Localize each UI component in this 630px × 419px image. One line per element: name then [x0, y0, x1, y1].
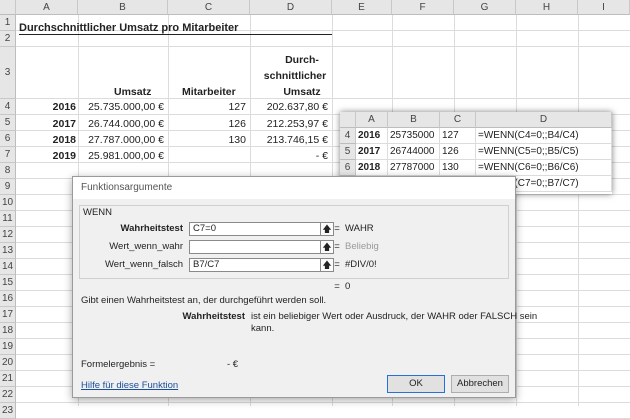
help-link[interactable]: Hilfe für diese Funktion [81, 380, 178, 391]
overlay-cell-b: 27787000 [388, 160, 440, 176]
arg2-equals: = [334, 241, 340, 252]
arg1-result: WAHR [345, 223, 374, 234]
row-header-5[interactable]: 5 [0, 115, 16, 131]
row-header-19[interactable]: 19 [0, 339, 16, 355]
header-umsatz: Umsatz [114, 86, 152, 98]
header-durch3: Umsatz [283, 86, 321, 98]
overlay-col-d: D [476, 112, 612, 128]
overlay-cell-c: 130 [440, 160, 476, 176]
dialog-title: Funktionsargumente [73, 177, 515, 199]
col-header-a[interactable]: A [16, 0, 78, 15]
function-description: Gibt einen Wahrheitstest an, der durchge… [81, 295, 327, 306]
overlay-row-header: 5 [340, 144, 356, 160]
row-header-2[interactable]: 2 [0, 31, 16, 47]
sheet-title: Durchschnittlicher Umsatz pro Mitarbeite… [19, 22, 332, 35]
row-header-22[interactable]: 22 [0, 387, 16, 403]
row-header-12[interactable]: 12 [0, 227, 16, 243]
row-header-16[interactable]: 16 [0, 291, 16, 307]
overlay-cell-d: =WENN(C5=0;;B5/C5) [476, 144, 612, 160]
arg1-label: Wahrheitstest [120, 223, 183, 234]
row-header-23[interactable]: 23 [0, 403, 16, 419]
overlay-row-header: 4 [340, 128, 356, 144]
col-header-d[interactable]: D [250, 0, 332, 15]
col-header-e[interactable]: E [332, 0, 392, 15]
formula-result-label: Formelergebnis = [81, 359, 156, 370]
arg2-label: Wert_wenn_wahr [109, 241, 183, 252]
ok-button[interactable]: OK [387, 375, 445, 393]
function-arguments-dialog: Funktionsargumente WENN Wahrheitstest C7… [72, 176, 537, 398]
row-header-4[interactable]: 4 [0, 99, 16, 115]
overlay-corner [340, 112, 356, 128]
row-header-21[interactable]: 21 [0, 371, 16, 387]
overlay-col-a: A [356, 112, 388, 128]
col-header-c[interactable]: C [168, 0, 250, 15]
row-header-8[interactable]: 8 [0, 163, 16, 179]
umsatz-2016: 25.735.000,00 € [88, 101, 164, 113]
select-all-corner[interactable] [0, 0, 16, 15]
row-header-11[interactable]: 11 [0, 211, 16, 227]
col-header-b[interactable]: B [78, 0, 168, 15]
year-2019: 2019 [52, 150, 76, 162]
overlay-cell-b: 25735000 [388, 128, 440, 144]
row-header-18[interactable]: 18 [0, 323, 16, 339]
row-header-17[interactable]: 17 [0, 307, 16, 323]
col-header-i[interactable]: I [578, 0, 630, 15]
umsatz-2017: 26.744.000,00 € [88, 118, 164, 130]
header-durch2: schnittlicher [263, 70, 327, 82]
row-header-10[interactable]: 10 [0, 195, 16, 211]
arg1-input[interactable]: C7=0 [189, 222, 321, 236]
avg-2017: 212.253,97 € [266, 118, 328, 130]
col-header-f[interactable]: F [392, 0, 454, 15]
year-2016: 2016 [52, 101, 76, 113]
row-header-20[interactable]: 20 [0, 355, 16, 371]
arg3-result: #DIV/0! [345, 259, 377, 270]
year-2018: 2018 [52, 134, 76, 146]
header-mitarbeiter: Mitarbeiter [182, 86, 236, 98]
arg2-result: Beliebig [345, 241, 379, 252]
overlay-cell-a: 2018 [356, 160, 388, 176]
overlay-col-c: C [440, 112, 476, 128]
year-2017: 2017 [52, 118, 76, 130]
overlay-col-b: B [388, 112, 440, 128]
cancel-button[interactable]: Abbrechen [451, 375, 509, 393]
col-header-h[interactable]: H [516, 0, 578, 15]
ma-2018: 130 [228, 134, 246, 146]
umsatz-2018: 27.787.000,00 € [88, 134, 164, 146]
col-header-g[interactable]: G [454, 0, 516, 15]
row-header-6[interactable]: 6 [0, 131, 16, 147]
result-equals: = [334, 281, 340, 292]
row-header-13[interactable]: 13 [0, 243, 16, 259]
overlay-cell-c: 127 [440, 128, 476, 144]
arg3-label: Wert_wenn_falsch [105, 259, 183, 270]
row-header-9[interactable]: 9 [0, 179, 16, 195]
row-header-15[interactable]: 15 [0, 275, 16, 291]
ma-2016: 127 [228, 101, 246, 113]
row-header-1[interactable]: 1 [0, 15, 16, 31]
formula-result-value: - € [227, 359, 239, 370]
overlay-cell-d: =WENN(C6=0;;B6/C6) [476, 160, 612, 176]
avg-2019: - € [315, 150, 328, 162]
overlay-cell-c: 126 [440, 144, 476, 160]
row-header-7[interactable]: 7 [0, 147, 16, 163]
arg3-equals: = [334, 259, 340, 270]
overlay-cell-a: 2017 [356, 144, 388, 160]
arg3-input[interactable]: B7/C7 [189, 258, 321, 272]
param-description-line1: ist ein beliebiger Wert oder Ausdruck, d… [251, 311, 538, 322]
row-header-14[interactable]: 14 [0, 259, 16, 275]
param-description-line2: kann. [251, 323, 275, 334]
arg1-equals: = [334, 223, 340, 234]
overlay-cell-a: 2016 [356, 128, 388, 144]
overlay-row-header: 6 [340, 160, 356, 176]
umsatz-2019: 25.981.000,00 € [88, 150, 164, 162]
avg-2018: 213.746,15 € [266, 134, 328, 146]
function-result: 0 [345, 281, 351, 292]
ma-2017: 126 [228, 118, 246, 130]
header-durch1: Durch- [285, 54, 319, 66]
overlay-cell-b: 26744000 [388, 144, 440, 160]
arg2-input[interactable] [189, 240, 321, 254]
param-name: Wahrheitstest [182, 311, 245, 322]
avg-2016: 202.637,80 € [266, 101, 328, 113]
row-header-3[interactable]: 3 [0, 47, 16, 99]
overlay-cell-d: =WENN(C4=0;;B4/C4) [476, 128, 612, 144]
